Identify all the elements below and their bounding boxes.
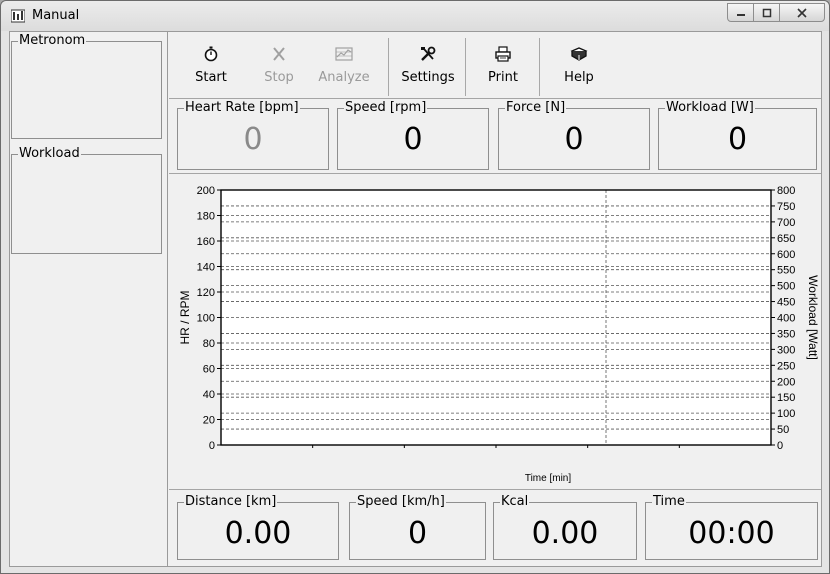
bottom-readouts: Distance [km] 0.00 Speed [km/h] 0 Kcal 0… <box>169 491 821 567</box>
y2-tick-label: 50 <box>777 424 789 436</box>
close-button[interactable] <box>779 3 825 22</box>
workload-group: Workload <box>11 146 162 254</box>
y2-tick-label: 250 <box>777 360 795 372</box>
speed-rpm-label: Speed [rpm] <box>344 100 428 116</box>
y2-tick-label: 800 <box>777 185 795 197</box>
y2-tick-label: 350 <box>777 328 795 340</box>
y-tick-label: 100 <box>197 313 215 325</box>
heart-rate-readout: Heart Rate [bpm] 0 <box>177 100 329 170</box>
y-axis-label: HR / RPM <box>178 290 192 344</box>
speed-kmh-value: 0 <box>407 516 428 551</box>
y2-axis-label: Workload [Watt] <box>806 275 820 360</box>
y-tick-label: 20 <box>203 415 215 427</box>
start-label: Start <box>195 70 227 85</box>
analyze-button[interactable]: Analyze <box>314 32 374 98</box>
printer-icon <box>495 46 511 62</box>
workload-readout: Workload [W] 0 <box>658 100 817 170</box>
client-area: Metronom Workload Start Stop Analyze Set… <box>9 31 822 567</box>
y2-tick-label: 450 <box>777 297 795 309</box>
y2-tick-label: 400 <box>777 313 795 325</box>
time-label: Time <box>652 494 686 510</box>
y2-tick-label: 150 <box>777 392 795 404</box>
y2-tick-label: 700 <box>777 217 795 229</box>
settings-button[interactable]: Settings <box>396 32 460 98</box>
y2-tick-label: 550 <box>777 265 795 277</box>
y-tick-label: 180 <box>197 211 215 223</box>
stop-label: Stop <box>264 70 294 85</box>
kcal-label: Kcal <box>500 494 530 510</box>
maximize-icon <box>762 8 771 17</box>
title-bar[interactable]: Manual <box>1 1 829 31</box>
force-label: Force [N] <box>505 100 567 116</box>
distance-label: Distance [km] <box>184 494 278 510</box>
y2-tick-label: 300 <box>777 344 795 356</box>
force-value: 0 <box>564 122 584 157</box>
workload-readout-label: Workload [W] <box>665 100 755 116</box>
y2-tick-label: 200 <box>777 376 795 388</box>
print-button[interactable]: Print <box>477 32 529 98</box>
stop-icon <box>273 47 285 61</box>
workload-label: Workload <box>18 146 81 162</box>
help-button[interactable]: Help <box>553 32 605 98</box>
workload-readout-value: 0 <box>727 122 748 157</box>
settings-tools-icon <box>421 46 436 61</box>
chart-area: 0 20 40 60 80 100 120 140 160 180 200 0 50 100 150 200 2… <box>169 173 821 490</box>
time-value: 00:00 <box>688 516 775 551</box>
kcal-value: 0.00 <box>531 516 599 551</box>
y2-tick-label: 100 <box>777 408 795 420</box>
y2-tick-label: 600 <box>777 249 795 261</box>
metronom-group: Metronom <box>11 33 162 139</box>
time-readout: Time 00:00 <box>645 494 818 560</box>
minimize-button[interactable] <box>727 3 754 22</box>
y-tick-label: 160 <box>197 236 215 248</box>
y-tick-label: 80 <box>203 338 215 350</box>
toolbar: Start Stop Analyze Settings Print Help <box>169 32 821 99</box>
chart: 0 20 40 60 80 100 120 140 160 180 200 0 50 100 150 200 2… <box>178 185 820 484</box>
stopwatch-icon <box>204 46 218 62</box>
x-axis-label: Time [min] <box>525 473 572 484</box>
speed-rpm-readout: Speed [rpm] 0 <box>337 100 489 170</box>
window-controls <box>727 3 825 22</box>
help-book-icon <box>570 47 588 61</box>
distance-value: 0.00 <box>224 516 292 551</box>
metronom-label: Metronom <box>18 33 87 49</box>
toolbar-separator <box>539 38 540 96</box>
maximize-button[interactable] <box>753 3 780 22</box>
help-label: Help <box>564 70 594 85</box>
close-icon <box>797 7 807 18</box>
y-tick-label: 200 <box>197 185 215 197</box>
analyze-label: Analyze <box>318 70 370 85</box>
minimize-icon <box>736 13 745 16</box>
app-window: Manual Metronom Workload Start Stop Anal… <box>0 0 830 574</box>
heart-rate-value: 0 <box>243 122 263 157</box>
analyze-chart-icon <box>335 47 353 61</box>
y-tick-label: 140 <box>197 262 215 274</box>
window-title: Manual <box>32 8 80 23</box>
start-button[interactable]: Start <box>184 32 238 98</box>
speed-rpm-value: 0 <box>403 122 423 157</box>
distance-readout: Distance [km] 0.00 <box>177 494 339 560</box>
app-icon <box>11 9 25 23</box>
force-readout: Force [N] 0 <box>498 100 650 170</box>
stop-button[interactable]: Stop <box>252 32 306 98</box>
y-tick-label: 60 <box>203 364 215 376</box>
left-panel: Metronom Workload <box>10 32 168 566</box>
toolbar-separator <box>465 38 466 96</box>
speed-kmh-readout: Speed [km/h] 0 <box>349 494 486 560</box>
y-tick-label: 120 <box>197 287 215 299</box>
y2-tick-label: 650 <box>777 233 795 245</box>
toolbar-separator <box>388 38 389 96</box>
settings-label: Settings <box>401 70 455 85</box>
print-label: Print <box>488 70 518 85</box>
speed-kmh-label: Speed [km/h] <box>356 494 446 510</box>
kcal-readout: Kcal 0.00 <box>493 494 637 560</box>
y-tick-label: 40 <box>203 389 215 401</box>
y-tick-label: 0 <box>209 440 215 452</box>
y2-tick-label: 0 <box>777 440 783 452</box>
heart-rate-label: Heart Rate [bpm] <box>184 100 300 116</box>
y2-tick-label: 750 <box>777 201 795 213</box>
y2-tick-label: 500 <box>777 281 795 293</box>
